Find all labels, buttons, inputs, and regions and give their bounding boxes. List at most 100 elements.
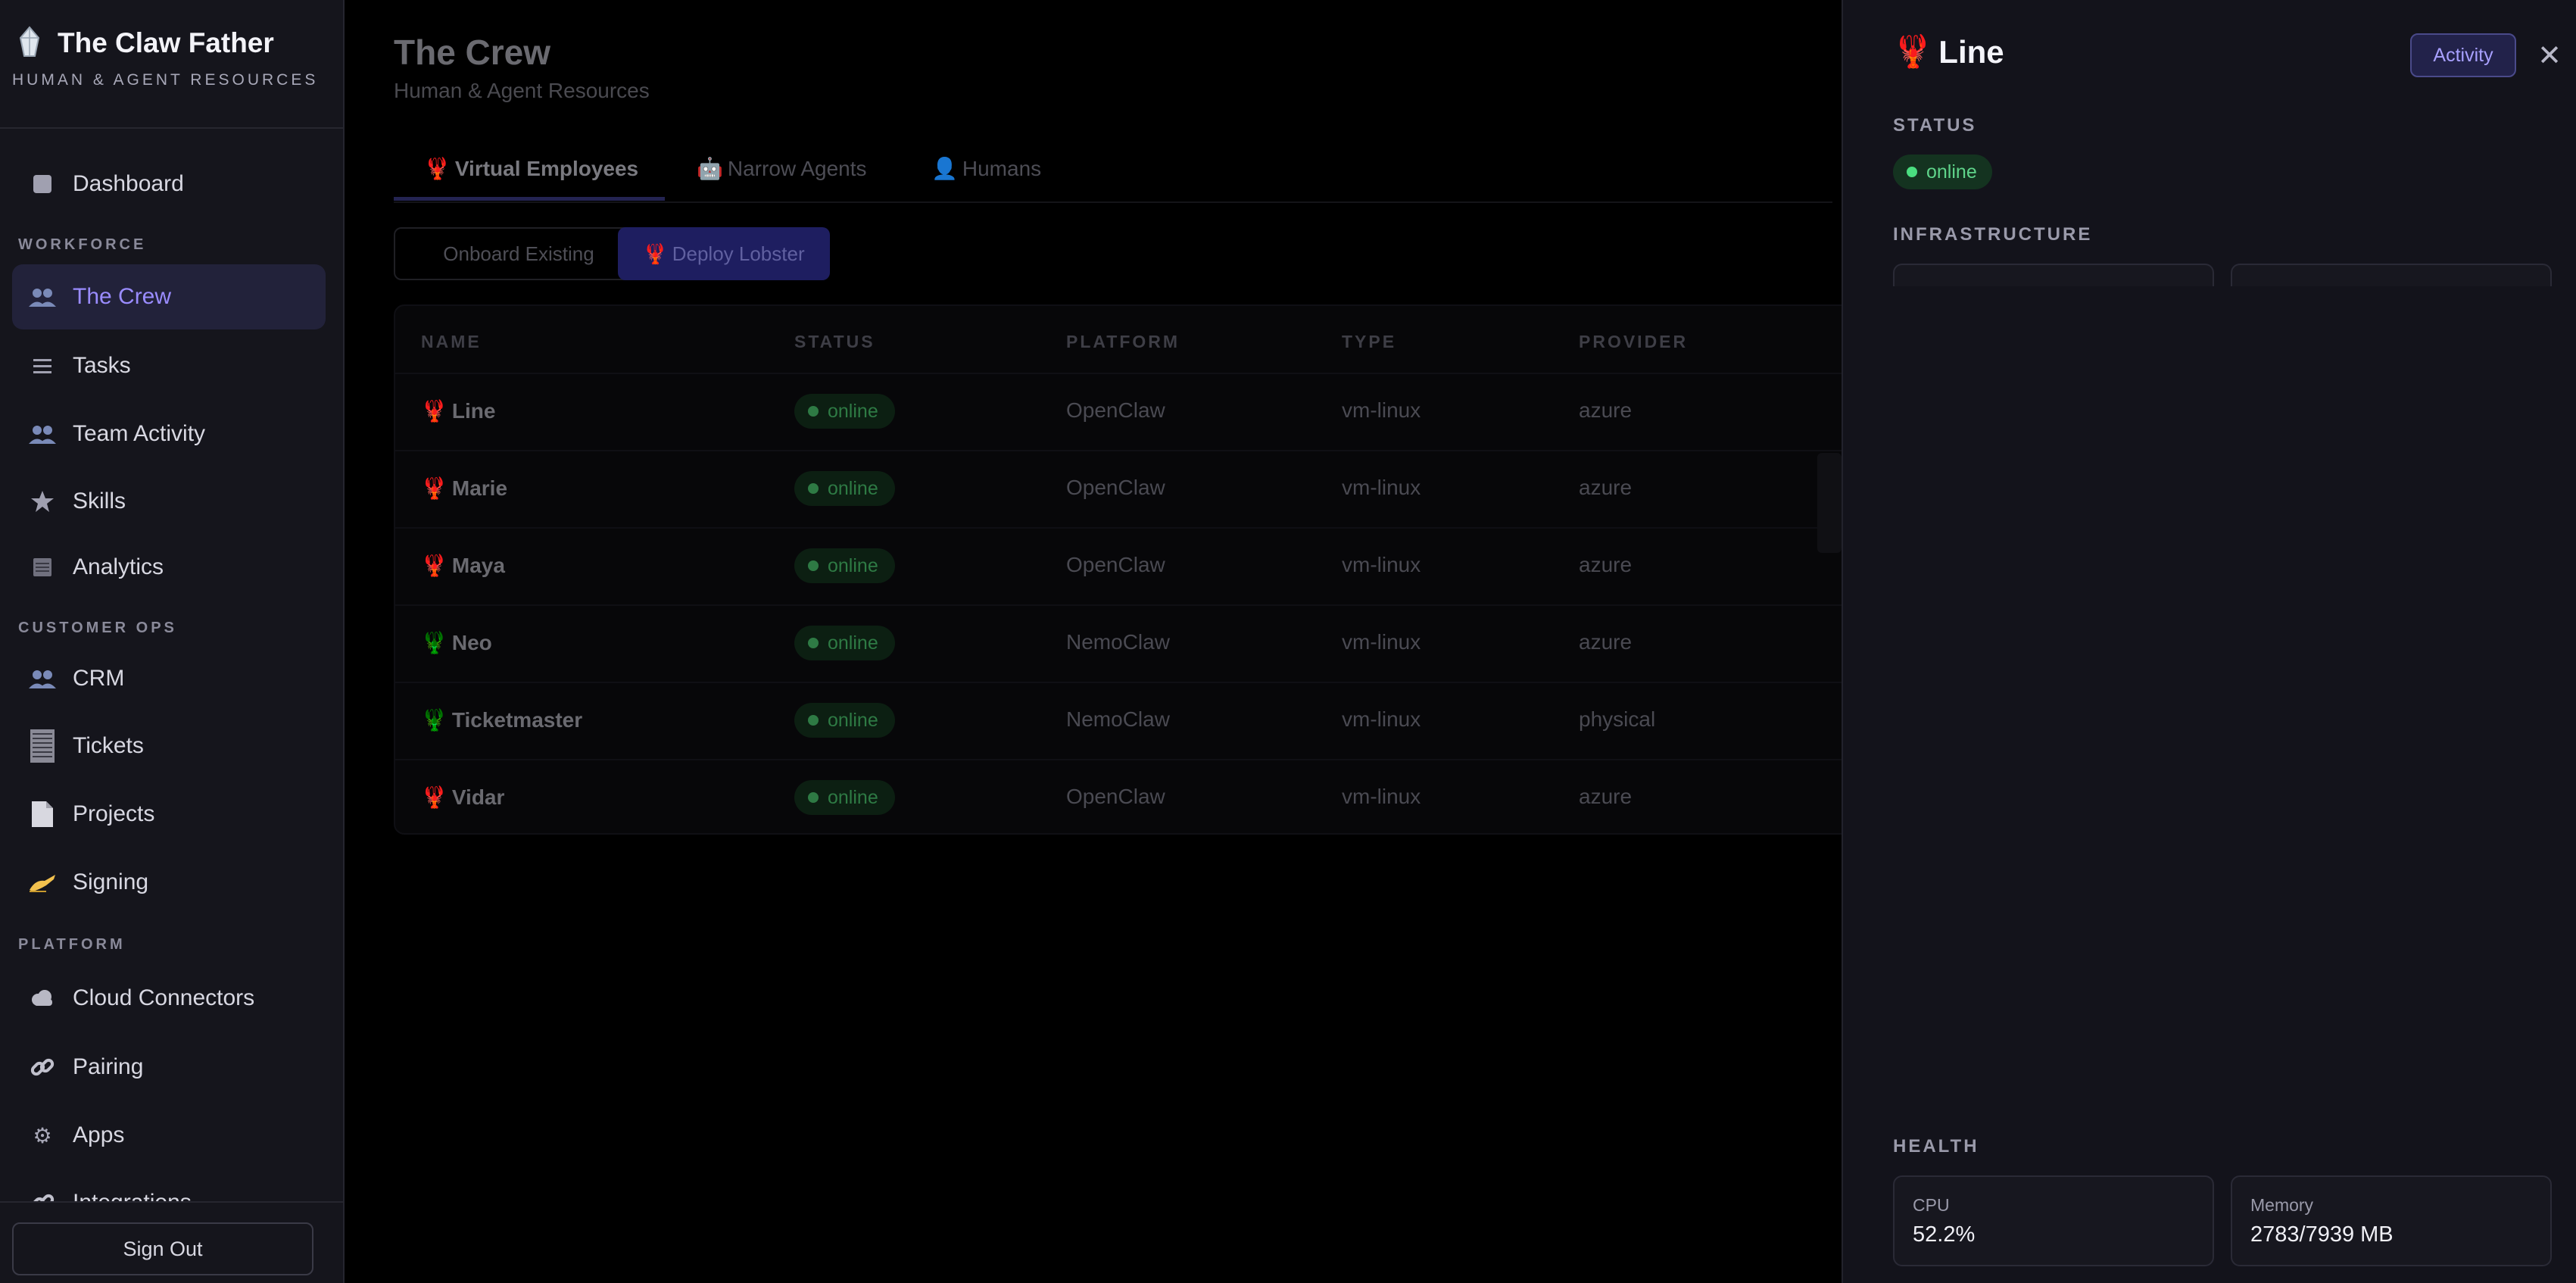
sidebar-item-cloud-connectors[interactable]: Cloud Connectors xyxy=(12,966,326,1031)
sidebar-item-crm[interactable]: CRM xyxy=(12,646,326,711)
row-name-text: Line xyxy=(451,398,496,423)
cloud-icon xyxy=(12,990,73,1007)
row-type: vm-linux xyxy=(1342,398,1421,422)
lobster-icon: 🦞 xyxy=(424,157,451,180)
sidebar-item-label: Pairing xyxy=(73,1054,144,1079)
page-title: The Crew xyxy=(394,33,551,72)
row-name-text: Neo xyxy=(451,630,492,654)
status-text: online xyxy=(828,786,878,808)
active-tab-indicator xyxy=(394,197,665,201)
lobster-icon: 🦞 xyxy=(643,242,668,265)
people-icon xyxy=(12,668,73,689)
table-row[interactable]: 🦞 Line online OpenClaw vm-linux azure xyxy=(395,373,1876,450)
status-text: online xyxy=(828,632,878,654)
activity-button[interactable]: Activity xyxy=(2410,33,2516,77)
tab-label: Virtual Employees xyxy=(454,156,639,180)
deploy-lobster-button[interactable]: 🦞 Deploy Lobster xyxy=(618,227,830,280)
sidebar-item-projects[interactable]: Projects xyxy=(12,782,326,847)
sidebar-item-label: Dashboard xyxy=(73,171,184,196)
lobster-icon: 🦞 xyxy=(1893,33,1933,69)
tab-bar: 🦞 Virtual Employees 🤖 Narrow Agents 👤 Hu… xyxy=(394,135,1832,203)
panel-title-text: Line xyxy=(1938,33,2004,70)
sidebar-item-apps[interactable]: ⚙ Apps xyxy=(12,1103,326,1168)
app-root: The Claw Father HUMAN & AGENT RESOURCES … xyxy=(0,0,2576,1283)
tab-narrow-agents[interactable]: 🤖 Narrow Agents xyxy=(697,156,867,181)
sidebar-item-analytics[interactable]: Analytics xyxy=(12,535,326,600)
infrastructure-section-label: INFRASTRUCTURE xyxy=(1893,224,2093,245)
lobster-icon: 🦞 xyxy=(421,554,448,577)
sidebar: The Claw Father HUMAN & AGENT RESOURCES … xyxy=(0,0,345,1283)
row-provider: azure xyxy=(1579,398,1633,422)
sidebar-item-signing[interactable]: Signing xyxy=(12,850,326,915)
status-text: online xyxy=(828,554,878,576)
sidebar-item-dashboard[interactable]: Dashboard xyxy=(12,151,326,217)
sidebar-item-team-activity[interactable]: Team Activity xyxy=(12,401,326,467)
metric-label: CPU xyxy=(1913,1195,1950,1215)
table-row[interactable]: 🦞 Marie online OpenClaw vm-linux azure xyxy=(395,450,1876,527)
row-provider: azure xyxy=(1579,476,1633,499)
sidebar-item-label: Tasks xyxy=(73,353,131,378)
sidebar-item-the-crew[interactable]: The Crew xyxy=(12,264,326,329)
tab-virtual-employees[interactable]: 🦞 Virtual Employees xyxy=(424,156,638,181)
column-header-platform[interactable]: PLATFORM xyxy=(1066,332,1180,352)
section-label-platform: PLATFORM xyxy=(18,936,126,953)
column-header-status[interactable]: STATUS xyxy=(794,332,875,352)
onboard-existing-button[interactable]: Onboard Existing xyxy=(394,227,644,280)
table-row[interactable]: 🦞 Vidar online OpenClaw vm-linux azure xyxy=(395,759,1876,833)
divider xyxy=(0,127,343,129)
row-type: vm-linux xyxy=(1342,553,1421,576)
table-row[interactable]: 🦞 Neo online NemoClaw vm-linux azure xyxy=(395,604,1876,682)
person-icon: 👤 xyxy=(931,157,958,180)
row-name-text: Ticketmaster xyxy=(451,707,583,732)
sidebar-item-pairing[interactable]: Pairing xyxy=(12,1035,326,1100)
page-subtitle: Human & Agent Resources xyxy=(394,79,650,102)
people-icon xyxy=(12,286,73,307)
robot-icon: 🤖 xyxy=(697,157,723,180)
sidebar-item-label: Analytics xyxy=(73,554,164,579)
column-header-provider[interactable]: PROVIDER xyxy=(1579,332,1688,352)
sidebar-item-skills[interactable]: Skills xyxy=(12,469,326,534)
row-provider: azure xyxy=(1579,553,1633,576)
row-name-text: Vidar xyxy=(451,785,505,809)
row-platform: NemoClaw xyxy=(1066,630,1170,654)
link-icon xyxy=(12,1054,73,1080)
row-type: vm-linux xyxy=(1342,707,1421,731)
tab-humans[interactable]: 👤 Humans xyxy=(931,156,1041,181)
row-name-text: Marie xyxy=(451,476,508,500)
panel-title: 🦞 Line xyxy=(1893,33,2004,70)
metric-value: 52.2% xyxy=(1913,1222,1976,1247)
row-provider: azure xyxy=(1579,785,1633,808)
status-section-label: STATUS xyxy=(1893,115,1977,136)
sign-out-button[interactable]: Sign Out xyxy=(12,1222,313,1275)
table-row[interactable]: 🦞 Maya online OpenClaw vm-linux azure xyxy=(395,527,1876,604)
status-badge: online xyxy=(794,780,895,815)
cpu-metric-card: CPU 52.2% xyxy=(1893,1175,2214,1266)
status-badge: online xyxy=(794,394,895,429)
panel-resize-handle[interactable] xyxy=(1817,453,1842,553)
people-icon xyxy=(12,423,73,445)
row-platform: NemoClaw xyxy=(1066,707,1170,731)
column-header-type[interactable]: TYPE xyxy=(1342,332,1396,352)
status-dot xyxy=(1907,167,1917,177)
row-platform: OpenClaw xyxy=(1066,785,1165,808)
metric-value: 2783/7939 MB xyxy=(2250,1222,2394,1247)
sidebar-item-label: Projects xyxy=(73,801,155,826)
table-row[interactable]: 🦞 Ticketmaster online NemoClaw vm-linux p… xyxy=(395,682,1876,759)
app-subtitle: HUMAN & AGENT RESOURCES xyxy=(12,71,319,89)
health-section-label: HEALTH xyxy=(1893,1136,1979,1157)
infrastructure-card xyxy=(1893,264,2214,286)
sidebar-item-label: Skills xyxy=(73,489,126,514)
close-icon[interactable]: ✕ xyxy=(2532,36,2567,74)
sidebar-item-tasks[interactable]: Tasks xyxy=(12,333,326,398)
tab-label: Humans xyxy=(962,156,1042,180)
status-badge: online xyxy=(794,703,895,738)
row-provider: azure xyxy=(1579,630,1633,654)
column-header-name[interactable]: NAME xyxy=(421,332,482,352)
memory-metric-card: Memory 2783/7939 MB xyxy=(2231,1175,2552,1266)
status-dot xyxy=(808,560,819,571)
status-badge: online xyxy=(794,471,895,506)
row-platform: OpenClaw xyxy=(1066,553,1165,576)
sidebar-item-tickets[interactable]: Tickets xyxy=(12,713,326,779)
status-text: online xyxy=(1926,161,1977,183)
main-content: The Crew Human & Agent Resources 🦞 Virtu… xyxy=(345,0,1878,1283)
